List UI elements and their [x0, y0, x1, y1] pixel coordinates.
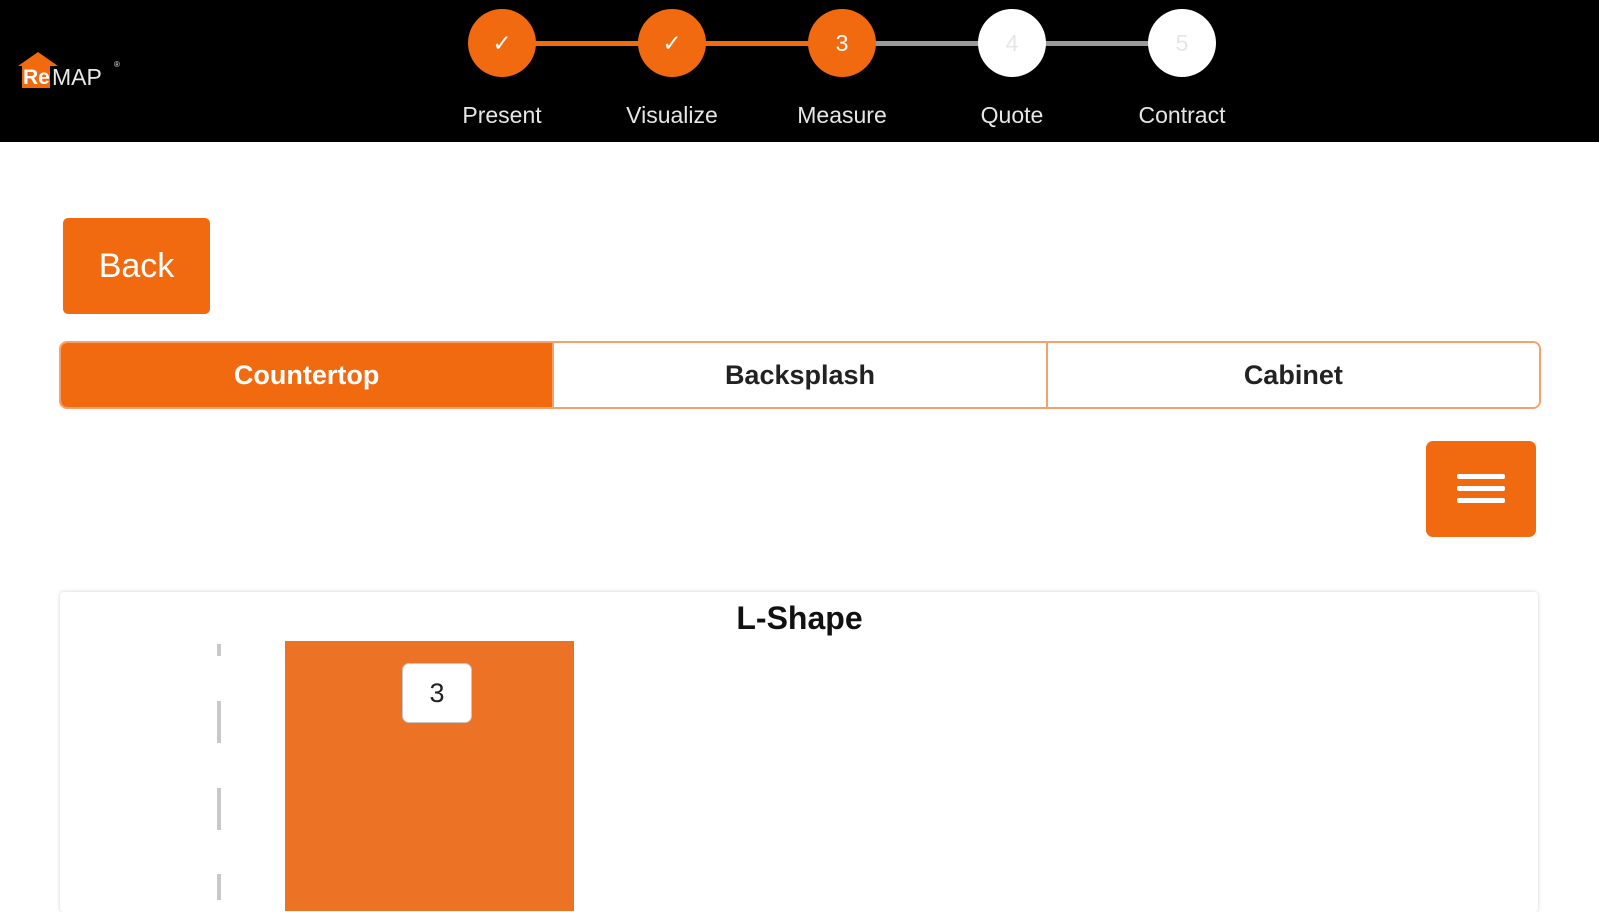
step-contract-circle[interactable]: 5: [1148, 9, 1216, 77]
logo-map-text: MAP: [52, 64, 102, 90]
step-connector-3: [868, 41, 982, 46]
menu-button[interactable]: [1426, 441, 1536, 537]
drawing-canvas[interactable]: [60, 592, 1538, 912]
segment-label[interactable]: 3: [402, 663, 472, 723]
step-label-present: Present: [462, 102, 542, 128]
shape-title: L-Shape: [736, 600, 863, 636]
step-measure-circle[interactable]: 3: [808, 9, 876, 77]
check-icon: ✓: [492, 29, 512, 56]
logo-re-text: Re: [23, 66, 50, 89]
remap-logo: Re MAP ®: [16, 48, 126, 94]
step-connector-1: [528, 41, 642, 46]
step-number: 5: [1175, 29, 1189, 56]
step-present-circle[interactable]: ✓: [468, 9, 536, 77]
tab-cabinet[interactable]: Cabinet: [1045, 343, 1539, 407]
step-visualize-circle[interactable]: ✓: [638, 9, 706, 77]
step-label-quote: Quote: [980, 102, 1044, 128]
tab-backsplash[interactable]: Backsplash: [552, 343, 1046, 407]
top-header: Re MAP ® ✓ ✓ 3 4 5 Present Visualize Mea…: [0, 0, 1599, 142]
step-connector-2: [698, 41, 812, 46]
measure-type-tabs: Countertop Backsplash Cabinet: [59, 341, 1541, 409]
step-quote-circle[interactable]: 4: [978, 9, 1046, 77]
step-label-visualize: Visualize: [626, 102, 718, 128]
tab-countertop[interactable]: Countertop: [61, 343, 553, 407]
step-number: 3: [835, 29, 849, 56]
logo-registered-mark: ®: [114, 60, 120, 69]
step-connector-4: [1038, 41, 1152, 46]
step-label-measure: Measure: [797, 102, 887, 128]
step-label-contract: Contract: [1138, 102, 1226, 128]
dimension-guide-line: [217, 644, 221, 656]
step-number: 4: [1005, 29, 1019, 56]
back-button[interactable]: Back: [63, 218, 210, 314]
hamburger-menu-icon: [1457, 474, 1505, 479]
check-icon: ✓: [662, 29, 682, 56]
